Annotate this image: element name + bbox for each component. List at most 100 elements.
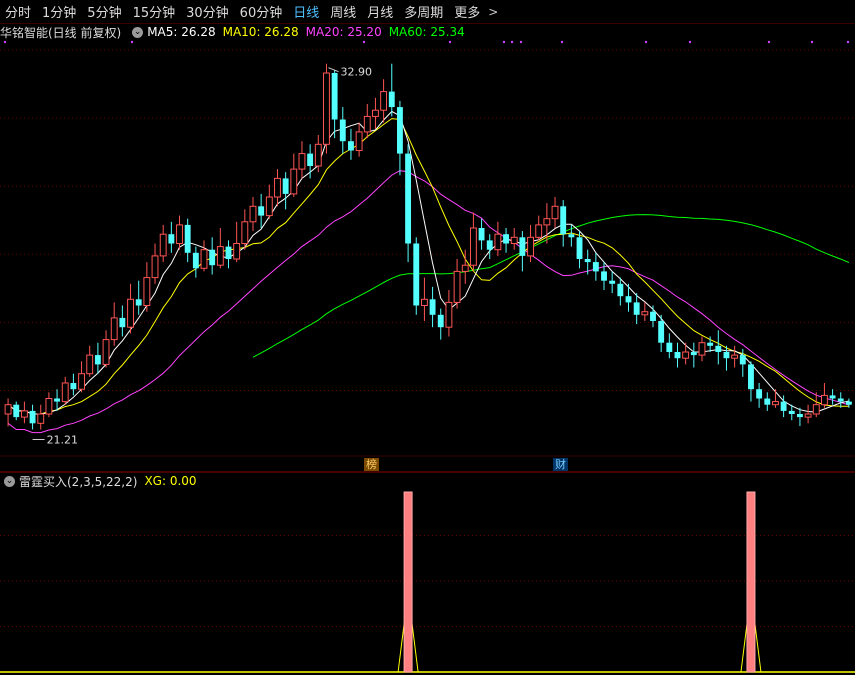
candle-up bbox=[323, 72, 330, 145]
candle-up bbox=[298, 153, 306, 170]
candle-down bbox=[829, 395, 836, 399]
candle-down bbox=[576, 237, 583, 259]
candle-down bbox=[617, 283, 624, 297]
candle-up bbox=[233, 243, 241, 260]
rank-marker[interactable]: 榜 bbox=[364, 458, 379, 471]
candle-down bbox=[739, 355, 746, 365]
buy-signal-bar bbox=[746, 491, 756, 673]
signal-dot bbox=[502, 40, 506, 44]
candle-down bbox=[715, 345, 722, 352]
ma20-line bbox=[7, 170, 850, 434]
signal-dot bbox=[448, 40, 452, 44]
candle-down bbox=[486, 240, 493, 250]
candle-up bbox=[159, 233, 167, 257]
candle-up bbox=[510, 236, 518, 245]
candle-up bbox=[290, 168, 298, 195]
candle-down bbox=[568, 234, 575, 238]
candle-up bbox=[453, 270, 461, 303]
candle-down bbox=[54, 398, 61, 402]
candle-up bbox=[420, 298, 428, 306]
candle-up bbox=[535, 224, 543, 238]
candle-up bbox=[78, 373, 85, 390]
signal-dot bbox=[3, 40, 7, 44]
candle-down bbox=[29, 410, 36, 424]
candle-up bbox=[527, 236, 534, 257]
candle-down bbox=[13, 404, 20, 418]
candle-down bbox=[168, 234, 175, 244]
candle-down bbox=[633, 302, 640, 315]
candle-up bbox=[110, 317, 118, 341]
candle-up bbox=[143, 277, 151, 307]
candle-down bbox=[756, 389, 763, 399]
candle-up bbox=[127, 298, 134, 328]
candle-down bbox=[94, 355, 101, 365]
signal-dot bbox=[519, 40, 523, 44]
candle-down bbox=[429, 299, 436, 315]
candle-down bbox=[584, 259, 591, 263]
candle-up bbox=[102, 339, 110, 365]
ma5-line bbox=[7, 110, 850, 415]
high-price-label: 32.90 bbox=[340, 66, 372, 79]
candle-down bbox=[209, 249, 216, 266]
candle-down bbox=[690, 352, 697, 356]
candle-down bbox=[625, 296, 632, 303]
signal-dot bbox=[362, 40, 366, 44]
signal-dot bbox=[644, 40, 648, 44]
candle-down bbox=[339, 119, 346, 142]
signal-dot bbox=[810, 40, 814, 44]
candle-down bbox=[348, 141, 354, 151]
candle-down bbox=[601, 271, 607, 281]
candle-down bbox=[192, 252, 199, 269]
candle-up bbox=[37, 413, 45, 424]
candle-up bbox=[820, 394, 828, 406]
candle-down bbox=[437, 314, 444, 328]
candle-down bbox=[748, 364, 754, 390]
candle-down bbox=[560, 206, 567, 235]
candle-down bbox=[258, 206, 265, 216]
candle-up bbox=[61, 382, 69, 403]
candle-up bbox=[20, 410, 28, 418]
low-price-label: 21.21 bbox=[47, 434, 78, 447]
candle-down bbox=[592, 262, 599, 272]
candle-down bbox=[723, 352, 730, 359]
candle-up bbox=[461, 264, 469, 272]
candle-up bbox=[445, 301, 453, 328]
candle-up bbox=[371, 109, 379, 117]
buy-signal-bar bbox=[403, 491, 413, 673]
candle-up bbox=[216, 246, 224, 266]
candle-down bbox=[388, 91, 395, 108]
candle-down bbox=[658, 321, 665, 343]
signal-dot bbox=[767, 40, 771, 44]
candle-up bbox=[731, 354, 739, 359]
candle-up bbox=[355, 131, 363, 151]
candle-down bbox=[764, 398, 771, 405]
signal-dot bbox=[510, 40, 514, 44]
candle-up bbox=[314, 143, 322, 167]
candle-down bbox=[650, 311, 656, 321]
candle-down bbox=[70, 383, 77, 390]
candle-up bbox=[151, 255, 159, 279]
candle-up bbox=[363, 115, 371, 133]
signal-dot bbox=[688, 40, 692, 44]
candle-up bbox=[641, 311, 649, 316]
candle-down bbox=[405, 153, 412, 244]
candle-down bbox=[609, 280, 616, 284]
candle-up bbox=[494, 233, 502, 251]
candle-down bbox=[503, 234, 509, 244]
candle-down bbox=[413, 243, 420, 306]
finance-marker[interactable]: 财 bbox=[553, 458, 568, 471]
candle-down bbox=[331, 73, 338, 120]
candle-down bbox=[796, 414, 803, 418]
candle-up bbox=[380, 91, 388, 111]
candle-up bbox=[698, 342, 706, 356]
candle-down bbox=[519, 237, 526, 256]
ma10-line bbox=[7, 118, 849, 415]
candle-down bbox=[119, 317, 126, 328]
candle-down bbox=[788, 410, 795, 414]
kline-chart[interactable]: 32.90 21.21 bbox=[0, 0, 855, 675]
candle-up bbox=[249, 205, 257, 223]
candle-up bbox=[86, 354, 94, 375]
candle-up bbox=[551, 205, 559, 220]
candle-up bbox=[4, 404, 12, 415]
candle-down bbox=[674, 352, 681, 359]
